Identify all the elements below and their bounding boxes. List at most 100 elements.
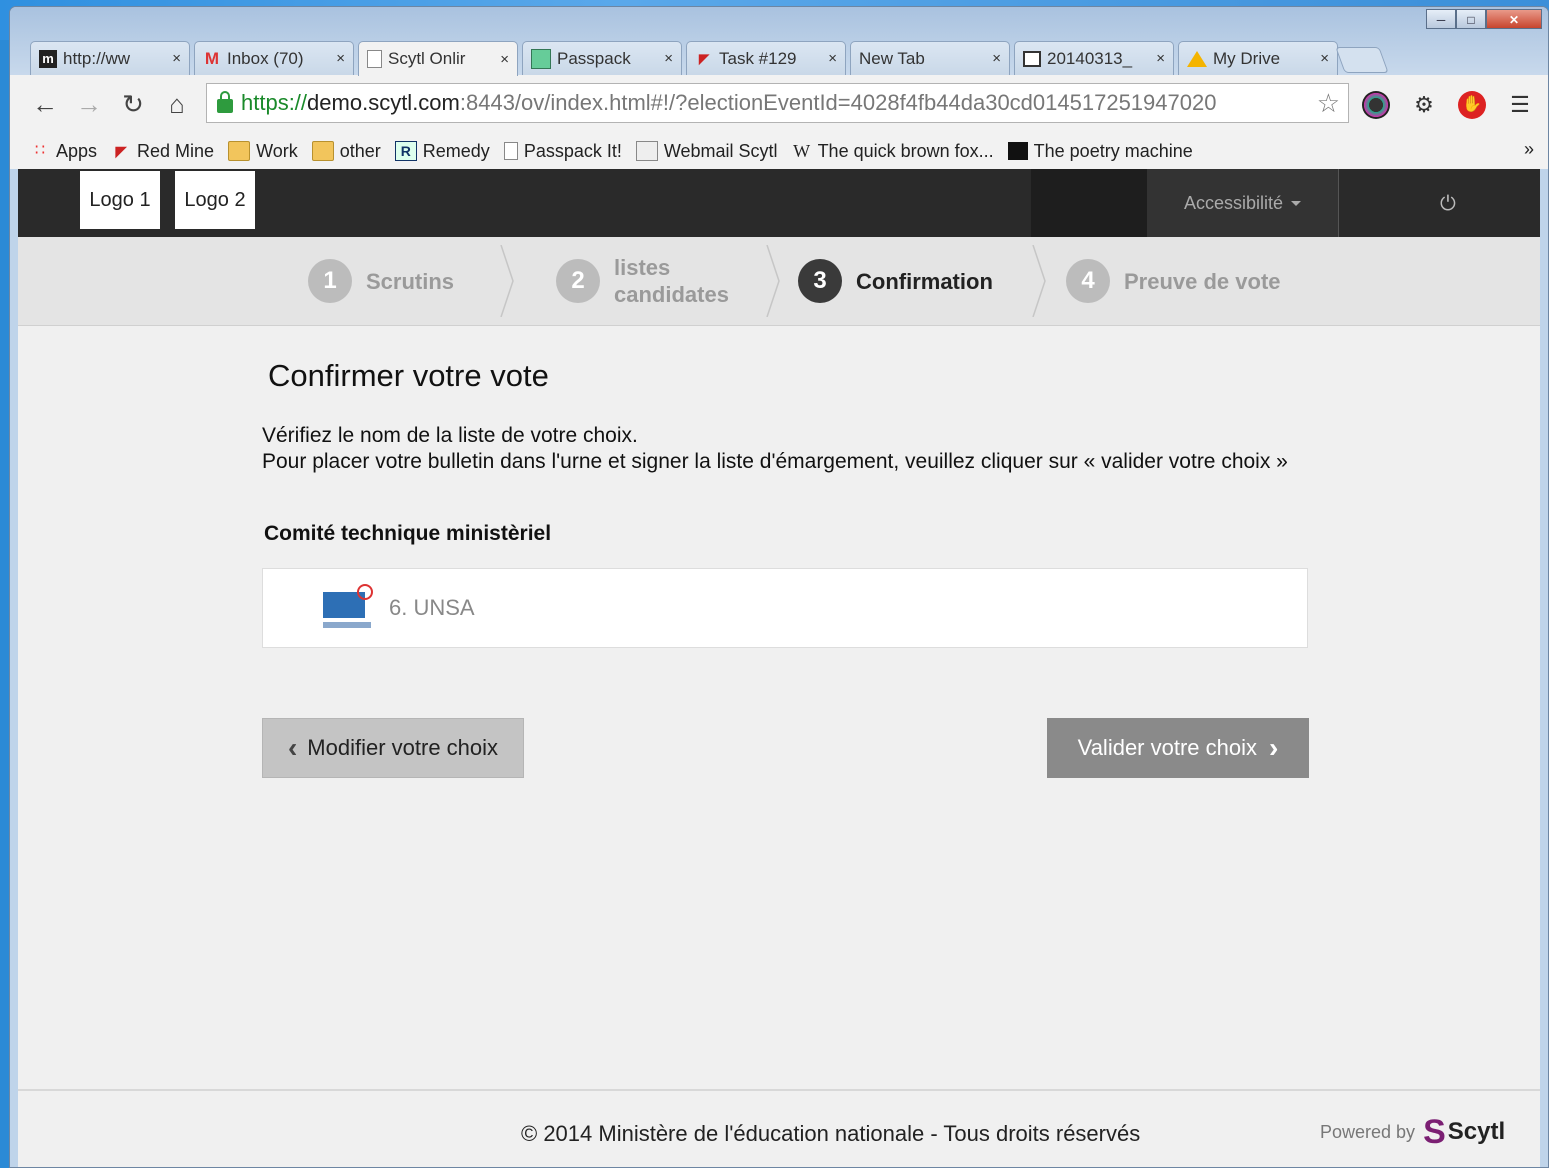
tab-close-icon[interactable]: × [336, 50, 345, 67]
color-extension-icon[interactable] [1362, 91, 1390, 119]
newspaper-icon: m [39, 49, 57, 68]
step-label: Preuve de vote [1124, 268, 1281, 294]
folder-icon [311, 141, 334, 161]
tab-title: Inbox (70) [227, 48, 304, 68]
address-bar[interactable]: https://demo.scytl.com:8443/ov/index.htm… [206, 83, 1349, 123]
instruction-text: Pour placer votre bulletin dans l'urne e… [262, 450, 1288, 473]
step-label: listes candidates [614, 254, 729, 308]
tab-close-icon[interactable]: × [664, 50, 673, 67]
tab-close-icon[interactable]: × [828, 50, 837, 67]
selected-list-card: 6. UNSA [262, 568, 1308, 648]
tab-close-icon[interactable]: × [1156, 50, 1165, 67]
logo-1[interactable]: Logo 1 [80, 171, 160, 229]
bookmark-label: The poetry machine [1033, 140, 1193, 161]
passpack-icon [531, 48, 551, 69]
lock-icon [217, 91, 233, 113]
bookmarks-overflow-icon[interactable]: » [1524, 139, 1534, 160]
logo-2-label: Logo 2 [184, 188, 246, 211]
tab-inbox[interactable]: M Inbox (70) × [194, 41, 354, 75]
wikipedia-icon: W [793, 141, 811, 161]
site-header: Logo 1 Logo 2 Accessibilité ⏻ [18, 169, 1540, 237]
drive-icon [1187, 50, 1207, 67]
tab-my-drive[interactable]: My Drive × [1178, 41, 1338, 75]
section-heading: Comité technique ministèriel [264, 522, 552, 545]
remedy-icon: R [394, 141, 417, 161]
step-number: 1 [308, 259, 352, 303]
url-path: :8443/ov/index.html#!/?electionEventId=4… [459, 90, 1217, 115]
tab-close-icon[interactable]: × [992, 50, 1001, 67]
tab-scytl-online[interactable]: Scytl Onlir × [358, 41, 518, 76]
scytl-logo: S Scytl [1423, 1113, 1505, 1151]
validate-choice-button[interactable]: Valider votre choix › [1047, 718, 1309, 778]
page-icon [503, 142, 518, 160]
tab-new-tab[interactable]: New Tab × [850, 41, 1010, 75]
forward-icon[interactable]: → [74, 89, 104, 119]
bookmark-remedy[interactable]: R Remedy [394, 141, 490, 162]
bookmark-passpack-it[interactable]: Passpack It! [503, 141, 622, 162]
step-label-line: candidates [614, 282, 729, 307]
step-separator [766, 245, 780, 317]
bookmark-star-icon[interactable]: ☆ [1317, 88, 1340, 119]
url-scheme: https:// [241, 90, 308, 115]
bookmark-work[interactable]: Work [228, 141, 298, 162]
step-number: 4 [1066, 259, 1110, 303]
accessibility-label: Accessibilité [1183, 192, 1284, 213]
step-number: 2 [556, 259, 600, 303]
browser-toolbar: ← → ↻ ⌂ https://demo.scytl.com:8443/ov/i… [10, 75, 1548, 133]
validate-choice-label: Valider votre choix [1077, 735, 1257, 760]
bookmark-label: The quick brown fox... [817, 140, 994, 161]
modify-choice-button[interactable]: ‹ Modifier votre choix [262, 718, 524, 778]
bookmark-label: Apps [56, 140, 98, 161]
bookmark-webmail-scytl[interactable]: Webmail Scytl [635, 140, 778, 162]
redmine-icon: ◤ [699, 50, 709, 66]
minimize-button[interactable]: ─ [1426, 9, 1456, 29]
adblock-icon[interactable]: ✋ [1458, 91, 1486, 119]
reload-icon[interactable]: ↻ [118, 89, 148, 119]
step-separator [1032, 245, 1046, 317]
poetry-icon [1007, 142, 1028, 160]
tab-title: Scytl Onlir [388, 49, 466, 68]
gear-icon[interactable]: ⚙ [1410, 91, 1438, 119]
page-icon [367, 50, 382, 68]
bookmark-label: other [339, 140, 381, 161]
tab-newspaper[interactable]: m http://ww × [30, 41, 190, 75]
home-icon[interactable]: ⌂ [162, 89, 192, 119]
tab-close-icon[interactable]: × [1320, 50, 1329, 67]
bookmark-other[interactable]: other [311, 140, 381, 162]
tab-title: Passpack [557, 48, 631, 68]
chevron-left-icon: ‹ [287, 732, 298, 763]
site-footer: © 2014 Ministère de l'éducation national… [18, 1089, 1540, 1167]
apps-grid-icon: ∷ [34, 142, 46, 159]
tab-image[interactable]: 20140313_ × [1014, 41, 1174, 75]
tab-task[interactable]: ◤ Task #129 × [686, 41, 846, 75]
accessibility-dropdown[interactable]: Accessibilité [1147, 169, 1339, 237]
close-window-button[interactable]: ✕ [1486, 9, 1542, 29]
selected-list-label: 6. UNSA [389, 595, 475, 620]
bookmark-label: Webmail Scytl [663, 140, 778, 161]
progress-steps: 1 Scrutins 2 listes candidates 3 Confirm… [18, 237, 1540, 326]
logo-2[interactable]: Logo 2 [175, 171, 255, 229]
bookmark-red-mine[interactable]: ◤ Red Mine [111, 141, 214, 162]
new-tab-button[interactable] [1335, 47, 1389, 73]
tab-title: New Tab [859, 48, 925, 68]
power-icon[interactable]: ⏻ [1440, 193, 1456, 216]
modify-choice-label: Modifier votre choix [307, 735, 499, 760]
step-confirmation: 3 Confirmation [798, 237, 993, 325]
unsa-logo-band [323, 622, 371, 628]
tab-close-icon[interactable]: × [500, 51, 509, 68]
folder-icon [228, 141, 251, 161]
caret-down-icon [1291, 200, 1302, 206]
tab-passpack[interactable]: Passpack × [522, 41, 682, 75]
tab-close-icon[interactable]: × [172, 50, 181, 67]
bookmark-poetry-machine[interactable]: The poetry machine [1007, 140, 1193, 162]
maximize-button[interactable]: □ [1456, 9, 1486, 29]
menu-icon[interactable]: ☰ [1506, 91, 1534, 119]
back-icon[interactable]: ← [30, 89, 60, 119]
bookmark-apps[interactable]: ∷ Apps [30, 141, 97, 162]
main-content: Confirmer votre vote Vérifiez le nom de … [18, 326, 1540, 1086]
bookmark-quick-brown-fox[interactable]: W The quick brown fox... [792, 141, 994, 162]
unsa-logo [323, 584, 373, 632]
step-number: 3 [798, 259, 842, 303]
scytl-s-icon: S [1423, 1113, 1446, 1151]
gmail-icon: M [204, 48, 220, 68]
